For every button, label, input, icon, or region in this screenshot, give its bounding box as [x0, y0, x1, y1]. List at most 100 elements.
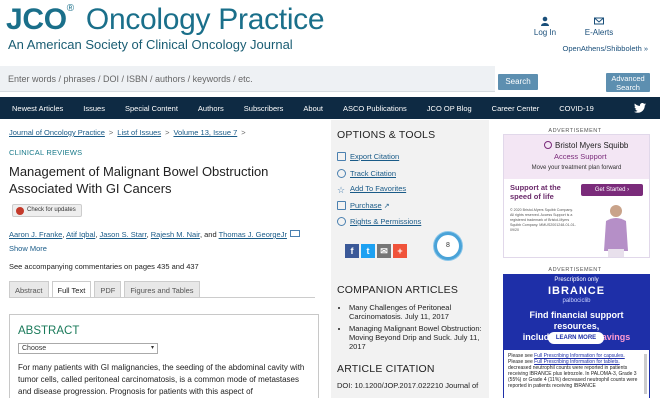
nav-newest-articles[interactable]: Newest Articles — [0, 104, 73, 113]
altmetric-badge[interactable]: 8 — [434, 232, 462, 260]
citation-heading: ARTICLE CITATION — [337, 363, 435, 375]
search-button[interactable]: Search — [498, 74, 538, 90]
ad-scrollbar[interactable] — [644, 354, 647, 394]
ibrance-brand: IBRANCE — [547, 285, 606, 297]
main-nav: Newest Articles Issues Special Content A… — [0, 97, 660, 119]
article-section-label: CLINICAL REVIEWS — [9, 148, 83, 157]
breadcrumb-volume[interactable]: Volume 13, Issue 7 — [173, 128, 237, 137]
twitter-icon[interactable] — [634, 103, 646, 113]
companion-item[interactable]: Managing Malignant Bowel Obstruction: Mo… — [349, 324, 483, 351]
export-citation-link[interactable]: Export Citation — [337, 152, 399, 161]
track-citation-label: Track Citation — [350, 169, 396, 178]
ibrance-safety-info: Please see Full Prescribing Information … — [504, 350, 649, 398]
logo-registered: ® — [66, 3, 74, 14]
nav-career-center[interactable]: Career Center — [482, 104, 550, 113]
options-sidebar: OPTIONS & TOOLS Export Citation Track Ci… — [331, 120, 489, 398]
ealerts-label: E-Alerts — [584, 28, 614, 37]
purchase-label: Purchase — [350, 201, 382, 210]
companion-item[interactable]: Many Challenges of Peritoneal Carcinomat… — [349, 303, 483, 321]
breadcrumb-separator: > — [108, 128, 114, 137]
track-icon — [337, 169, 346, 178]
nav-subscribers[interactable]: Subscribers — [234, 104, 294, 113]
check-for-updates-label: Check for updates — [27, 207, 76, 213]
ibrance-rx-note: Prescription only — [554, 277, 599, 283]
tab-pdf[interactable]: PDF — [94, 281, 122, 298]
get-started-button[interactable]: Get Started › — [581, 184, 643, 196]
bms-program: Access Support — [554, 152, 607, 161]
breadcrumb-journal[interactable]: Journal of Oncology Practice — [9, 128, 105, 137]
nav-special-content[interactable]: Special Content — [115, 104, 188, 113]
author-link[interactable]: Rajesh M. Nair — [151, 230, 200, 239]
nav-covid-19[interactable]: COVID-19 — [549, 104, 604, 113]
search-input[interactable] — [0, 66, 495, 91]
login-label: Log In — [533, 28, 557, 37]
search-bar — [0, 66, 495, 92]
purchase-link[interactable]: Purchase ↗ — [337, 201, 390, 210]
export-icon — [337, 152, 346, 161]
abstract-heading: ABSTRACT — [18, 325, 80, 337]
login-link[interactable]: Log In — [533, 16, 557, 37]
add-to-favorites-link[interactable]: ☆ Add To Favorites — [337, 184, 406, 195]
commentaries-note: See accompanying commentaries on pages 4… — [9, 262, 199, 271]
tab-abstract[interactable]: Abstract — [9, 281, 49, 298]
section-select-value: Choose — [22, 345, 47, 352]
nav-jco-op-blog[interactable]: JCO OP Blog — [417, 104, 482, 113]
section-select[interactable]: Choose ▾ — [18, 343, 158, 354]
user-icon — [541, 16, 549, 26]
abstract-text: For many patients with GI malignancies, … — [18, 363, 305, 396]
add-to-favorites-label: Add To Favorites — [350, 184, 407, 193]
breadcrumb: Journal of Oncology Practice > List of Iss… — [9, 128, 250, 137]
author-link[interactable]: Atif Iqbal — [66, 230, 95, 239]
author-link[interactable]: Thomas J. GeorgeJr — [219, 230, 287, 239]
bms-fine-print: © 2020 Bristol-Myers Squibb Company. All… — [510, 208, 576, 232]
companion-list: Many Challenges of Peritoneal Carcinomat… — [343, 303, 483, 354]
crossmark-icon — [16, 207, 24, 215]
rights-permissions-label: Rights & Permissions — [350, 217, 422, 226]
article-tabs: Abstract Full Text PDF Figures and Table… — [9, 281, 203, 298]
email-share-icon[interactable]: ✉ — [377, 244, 391, 258]
breadcrumb-list-of-issues[interactable]: List of Issues — [117, 128, 161, 137]
ealerts-link[interactable]: E-Alerts — [584, 16, 614, 37]
person-illustration — [604, 205, 628, 257]
tab-divider — [9, 297, 315, 298]
logo-jco: JCO — [6, 3, 67, 36]
ibrance-ad[interactable]: Prescription only IBRANCE palbociclib Fi… — [503, 274, 650, 398]
learn-more-button[interactable]: LEARN MORE — [548, 332, 604, 344]
check-for-updates-button[interactable]: Check for updates — [12, 204, 82, 217]
bms-support-text: Support at the speed of life — [510, 183, 561, 201]
advanced-search-label-2: Search — [616, 83, 640, 92]
breadcrumb-separator: > — [241, 128, 246, 137]
twitter-share-icon[interactable]: t — [361, 244, 375, 258]
share-icons: f t ✉ + — [345, 244, 407, 258]
add-share-icon[interactable]: + — [393, 244, 407, 258]
tab-full-text[interactable]: Full Text — [51, 281, 92, 298]
facebook-icon[interactable]: f — [345, 244, 359, 258]
journal-logo[interactable]: JCO® Oncology Practice — [6, 3, 325, 37]
author-separator: , and — [199, 230, 219, 239]
ibrance-safety-text: decreased neutrophil counts were reporte… — [508, 365, 638, 389]
tab-figures-and-tables[interactable]: Figures and Tables — [124, 281, 200, 298]
institution-login-link[interactable]: OpenAthens/Shibboleth » — [563, 44, 648, 53]
nav-asco-publications[interactable]: ASCO Publications — [333, 104, 417, 113]
bms-ad-banner: Bristol Myers Squibb Access Support Move… — [504, 135, 649, 179]
ad-label: ADVERTISEMENT — [548, 267, 602, 273]
nav-about[interactable]: About — [293, 104, 333, 113]
article-title: Management of Malignant Bowel Obstructio… — [9, 164, 269, 196]
track-citation-link[interactable]: Track Citation — [337, 169, 396, 178]
star-icon: ☆ — [337, 185, 346, 195]
show-more-link[interactable]: Show More — [9, 244, 47, 253]
bms-ad[interactable]: Bristol Myers Squibb Access Support Move… — [503, 134, 650, 258]
ibrance-generic: palbociclib — [562, 298, 591, 304]
nav-authors[interactable]: Authors — [188, 104, 234, 113]
author-link[interactable]: Jason S. Starr — [99, 230, 146, 239]
rights-permissions-link[interactable]: Rights & Permissions — [337, 217, 421, 226]
bms-subtitle: Move your treatment plan forward — [531, 165, 622, 171]
email-icon[interactable] — [289, 230, 300, 237]
nav-issues[interactable]: Issues — [73, 104, 115, 113]
abstract-panel: ABSTRACT Choose ▾ For many patients with… — [9, 314, 319, 398]
advanced-search-button[interactable]: Advanced Search — [606, 73, 650, 92]
author-list: Aaron J. Franke, Atif Iqbal, Jason S. St… — [9, 230, 300, 239]
author-link[interactable]: Aaron J. Franke — [9, 230, 62, 239]
bms-logo-icon — [544, 141, 552, 149]
advanced-search-label-1: Advanced — [611, 74, 645, 83]
